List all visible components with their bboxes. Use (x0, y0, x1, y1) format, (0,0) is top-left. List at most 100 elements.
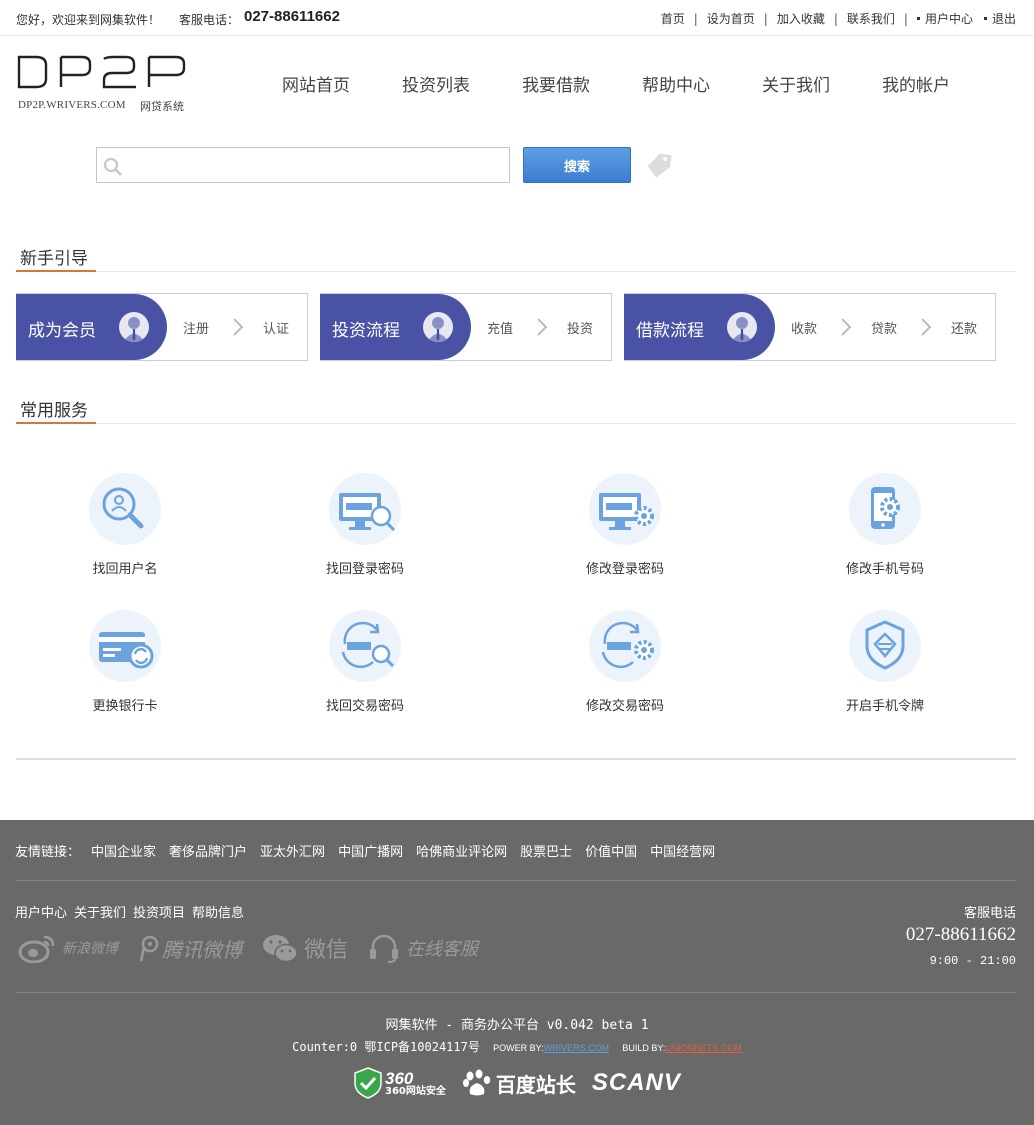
social-weibo[interactable]: 新浪微博 (18, 933, 118, 963)
security-badges: 360 360网站安全 百度站长 SCANV (353, 1067, 681, 1099)
nav-account[interactable]: 我的帐户 (882, 71, 950, 96)
footer-link-help[interactable]: 帮助信息 (192, 902, 244, 921)
services-section-title: 常用服务 (16, 392, 1016, 424)
social-label: 微信 (304, 938, 349, 963)
footer: 友情链接： 中国企业家 奢侈品牌门户 亚太外汇网 中国广播网 哈佛商业评论网 股… (0, 820, 1034, 1125)
nav-help[interactable]: 帮助中心 (642, 71, 710, 96)
divider (16, 758, 1016, 760)
phone-gear-icon (871, 487, 900, 529)
service-change-trade-password[interactable]: 修改交易密码 (555, 610, 695, 714)
avatar-icon (727, 312, 757, 342)
badge-baidu[interactable]: 百度站长 (462, 1068, 576, 1098)
service-label: 找回登录密码 (325, 562, 404, 577)
chevron-right-icon (537, 318, 548, 336)
social-online-service[interactable]: 在线客服 (368, 933, 478, 963)
footer-divider (16, 880, 1016, 881)
bullet-icon (916, 17, 920, 20)
guide-step[interactable]: 认证 (263, 318, 289, 337)
guide-card-borrow[interactable]: 借款流程 收款 贷款 还款 (624, 293, 996, 361)
service-label: 修改登录密码 (585, 562, 664, 577)
weibo-icon (18, 935, 55, 963)
guide-step[interactable]: 贷款 (871, 318, 897, 337)
service-label: 找回用户名 (92, 562, 158, 577)
headset-icon (370, 934, 399, 963)
friend-link[interactable]: 奢侈品牌门户 (169, 841, 247, 860)
footer-nav: 用户中心 关于我们 投资项目 帮助信息 (15, 902, 251, 921)
footer-service-hours: 9:00 - 21:00 (929, 954, 1016, 968)
power-by-label: POWER BY: (493, 1043, 544, 1053)
guide-step[interactable]: 注册 (183, 318, 209, 337)
guide-card-title: 借款流程 (636, 321, 704, 341)
monitor-search-icon (339, 493, 396, 532)
service-change-bank-card[interactable]: 更换银行卡 (55, 610, 195, 714)
service-enable-token[interactable]: 开启手机令牌 (815, 610, 955, 714)
guide-card-invest[interactable]: 投资流程 充值 投资 (320, 293, 612, 361)
power-by-link[interactable]: WRIVERS.COM (544, 1043, 610, 1053)
user-search-icon (102, 487, 144, 529)
refresh-search-icon (341, 621, 395, 669)
social-label: 在线客服 (406, 939, 479, 960)
social-links: 新浪微博 腾讯微博 微信 在线客服 (18, 932, 498, 964)
footer-link-projects[interactable]: 投资项目 (133, 902, 185, 921)
chevron-right-icon (841, 318, 852, 336)
icp-line: Counter:0 鄂ICP备10024117号 POWER BY:WRIVER… (0, 1038, 1034, 1055)
nav-home[interactable]: 网站首页 (282, 71, 350, 96)
search-input[interactable] (127, 148, 507, 182)
top-link-logout[interactable]: 退出 (992, 10, 1016, 27)
friend-link[interactable]: 哈佛商业评论网 (416, 841, 507, 860)
tag-icon[interactable] (648, 152, 674, 180)
top-link-home[interactable]: 首页 (661, 10, 685, 27)
bank-card-icon (99, 632, 154, 669)
guide-step[interactable]: 投资 (567, 318, 593, 337)
search-button[interactable]: 搜索 (523, 147, 631, 183)
service-label: 修改交易密码 (585, 699, 664, 714)
service-find-login-password[interactable]: 找回登录密码 (295, 473, 435, 577)
guide-card-title: 投资流程 (332, 321, 400, 341)
friend-links-label: 友情链接： (15, 845, 81, 860)
build-by-label: BUILD BY: (622, 1043, 666, 1053)
search-box (96, 147, 510, 183)
service-phone: 027-88611662 (244, 8, 340, 25)
search-icon (103, 157, 122, 176)
footer-link-user-center[interactable]: 用户中心 (15, 902, 67, 921)
badge-scanv[interactable]: SCANV (592, 1069, 681, 1097)
top-link-contact[interactable]: 联系我们 (847, 10, 895, 27)
build-by-link[interactable]: UNIONNETS.COM (665, 1043, 742, 1053)
guide-step[interactable]: 充值 (487, 318, 513, 337)
social-tencent-weibo[interactable]: 腾讯微博 (138, 934, 242, 963)
friend-link[interactable]: 中国广播网 (338, 841, 403, 860)
nav-invest-list[interactable]: 投资列表 (402, 71, 470, 96)
friend-link[interactable]: 中国企业家 (91, 841, 156, 860)
top-link-favorite[interactable]: 加入收藏 (777, 10, 825, 27)
nav-about[interactable]: 关于我们 (762, 71, 830, 96)
service-find-trade-password[interactable]: 找回交易密码 (295, 610, 435, 714)
friend-link[interactable]: 中国经营网 (650, 841, 715, 860)
guide-card-member[interactable]: 成为会员 注册 认证 (16, 293, 308, 361)
badge-label: 360网站安全 (385, 1085, 446, 1097)
badge-360[interactable]: 360 360网站安全 (353, 1067, 446, 1099)
friend-link[interactable]: 价值中国 (585, 841, 637, 860)
guide-step[interactable]: 收款 (791, 318, 817, 337)
main-nav: 网站首页 投资列表 我要借款 帮助中心 关于我们 我的帐户 (282, 71, 950, 96)
logo-domain: DP2P.WRIVERS.COM (18, 99, 126, 111)
social-wechat[interactable]: 微信 (262, 932, 348, 964)
top-bar: 您好，欢迎来到网集软件！ 客服电话： 027-88611662 首页 | 设为首… (0, 0, 1034, 36)
service-find-username[interactable]: 找回用户名 (55, 473, 195, 577)
guide-pill: 成为会员 (16, 294, 167, 360)
baidu-paw-icon (462, 1069, 491, 1096)
social-label: 腾讯微博 (162, 937, 242, 962)
top-link-user-center[interactable]: 用户中心 (925, 10, 973, 27)
service-label: 找回交易密码 (325, 699, 404, 714)
counter-icp: Counter:0 鄂ICP备10024117号 (292, 1040, 480, 1054)
footer-link-about[interactable]: 关于我们 (74, 902, 126, 921)
service-phone-label: 客服电话： (179, 13, 240, 27)
service-change-login-password[interactable]: 修改登录密码 (555, 473, 695, 577)
guide-step[interactable]: 还款 (951, 318, 977, 337)
bullet-icon (983, 17, 987, 20)
friend-link[interactable]: 亚太外汇网 (260, 841, 325, 860)
friend-link[interactable]: 股票巴士 (520, 841, 572, 860)
service-change-phone[interactable]: 修改手机号码 (815, 473, 955, 577)
tencent-weibo-icon (139, 935, 159, 962)
top-link-set-home[interactable]: 设为首页 (707, 10, 755, 27)
nav-borrow[interactable]: 我要借款 (522, 71, 590, 96)
